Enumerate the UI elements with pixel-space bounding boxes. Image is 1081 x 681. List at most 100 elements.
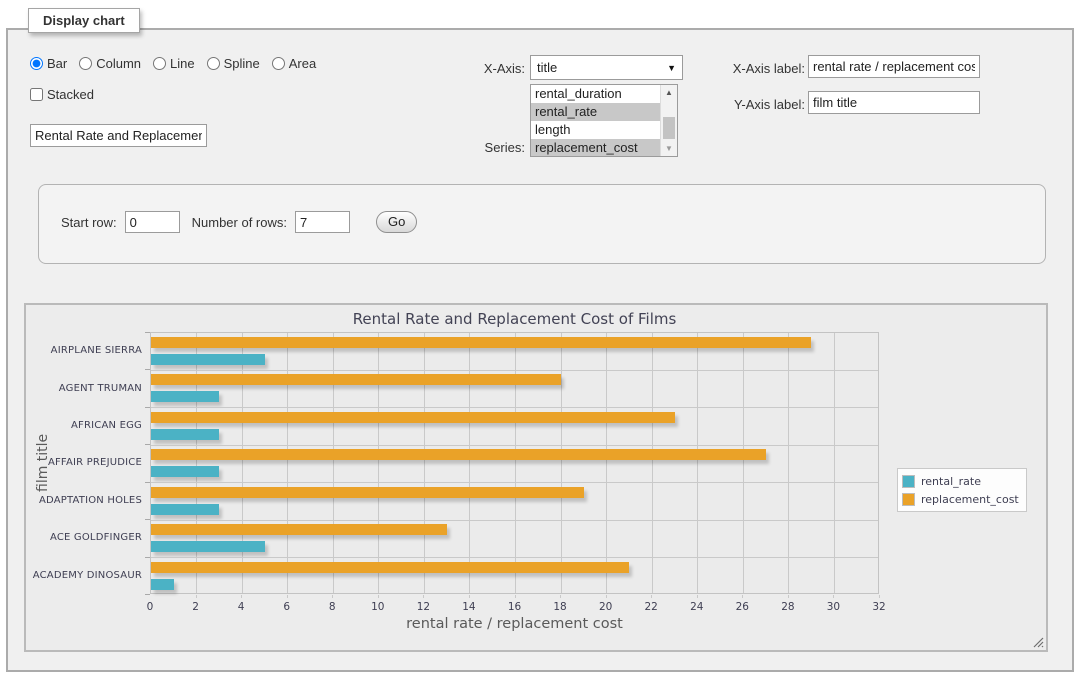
bar-rental_rate (151, 541, 265, 552)
scroll-down-icon[interactable]: ▼ (661, 141, 677, 156)
category-label: ACE GOLDFINGER (30, 519, 142, 556)
number-of-rows-input[interactable] (295, 211, 350, 233)
chart-type-option-column: Column (79, 56, 141, 71)
x-axis-tick-label: 28 (768, 601, 808, 613)
x-axis-tick-mark (697, 595, 698, 598)
legend-item: replacement_cost (902, 490, 1019, 508)
bar-replacement_cost (151, 524, 447, 535)
start-row-label: Start row: (61, 215, 117, 230)
series-select-label: Series: (430, 140, 525, 155)
bar-rental_rate (151, 354, 265, 365)
gridline-horizontal (151, 445, 878, 446)
scroll-up-icon[interactable]: ▲ (661, 85, 677, 100)
x-axis-tick-mark (879, 595, 880, 598)
x-axis-label-input[interactable] (808, 55, 980, 78)
x-axis-tick-label: 2 (176, 601, 216, 613)
chart-type-radio-line[interactable] (153, 57, 166, 70)
legend-swatch (902, 475, 915, 488)
chart-type-radio-group: BarColumnLineSplineArea (30, 56, 316, 71)
category-label: AGENT TRUMAN (30, 369, 142, 406)
chart-title: Rental Rate and Replacement Cost of Film… (150, 310, 879, 328)
x-axis-tick-label: 14 (449, 601, 489, 613)
listbox-scrollbar[interactable]: ▲ ▼ (660, 85, 677, 156)
x-axis-tick-mark (287, 595, 288, 598)
category-label: AFRICAN EGG (30, 407, 142, 444)
chart-type-radio-column[interactable] (79, 57, 92, 70)
legend-label: rental_rate (921, 475, 981, 488)
x-axis-tick-label: 0 (130, 601, 170, 613)
x-axis-tick-mark (560, 595, 561, 598)
chart-type-radio-spline[interactable] (207, 57, 220, 70)
series-option-rental_duration[interactable]: rental_duration (531, 85, 660, 103)
x-axis-select[interactable]: title ▼ (530, 55, 683, 80)
gridline-vertical (333, 333, 334, 593)
x-axis-tick-label: 20 (586, 601, 626, 613)
bar-replacement_cost (151, 337, 811, 348)
resize-handle-icon[interactable] (1033, 637, 1044, 648)
row-range-panel: Start row: Number of rows: Go (38, 184, 1046, 264)
stacked-label: Stacked (47, 87, 94, 102)
y-axis-tick-mark (145, 332, 150, 333)
x-axis-tick-label: 24 (677, 601, 717, 613)
chart-title-input[interactable] (30, 124, 207, 147)
x-axis-tick-label: 32 (859, 601, 899, 613)
gridline-vertical (196, 333, 197, 593)
x-axis-tick-label: 10 (358, 601, 398, 613)
series-option-length[interactable]: length (531, 121, 660, 139)
bar-replacement_cost (151, 487, 584, 498)
gridline-horizontal (151, 407, 878, 408)
series-option-replacement_cost[interactable]: replacement_cost (531, 139, 660, 157)
bar-rental_rate (151, 391, 219, 402)
scrollbar-thumb[interactable] (663, 117, 675, 139)
chevron-down-icon: ▼ (667, 63, 676, 73)
x-axis-tick-label: 26 (722, 601, 762, 613)
chart-type-option-line: Line (153, 56, 195, 71)
category-label: AIRPLANE SIERRA (30, 332, 142, 369)
y-axis-label-label: Y-Axis label: (712, 97, 805, 112)
gridline-vertical (424, 333, 425, 593)
chart-type-option-spline: Spline (207, 56, 260, 71)
x-axis-tick-mark (378, 595, 379, 598)
chart-type-label: Spline (224, 56, 260, 71)
x-axis-selected-value: title (537, 60, 557, 75)
x-axis-tick-mark (833, 595, 834, 598)
y-axis-tick-mark (145, 482, 150, 483)
x-axis-tick-mark (606, 595, 607, 598)
chart-type-radio-bar[interactable] (30, 57, 43, 70)
gridline-vertical (287, 333, 288, 593)
chart-type-label: Area (289, 56, 316, 71)
panel-title: Display chart (28, 8, 140, 33)
x-axis-tick-label: 4 (221, 601, 261, 613)
bar-replacement_cost (151, 374, 561, 385)
gridline-vertical (697, 333, 698, 593)
category-label: ACADEMY DINOSAUR (30, 557, 142, 594)
y-axis-tick-mark (145, 557, 150, 558)
y-axis-label-input[interactable] (808, 91, 980, 114)
x-axis-tick-label: 16 (495, 601, 535, 613)
x-axis-label-label: X-Axis label: (712, 61, 805, 76)
gridline-vertical (606, 333, 607, 593)
series-listbox[interactable]: rental_durationrental_ratelengthreplacem… (530, 84, 678, 157)
x-axis-title: rental rate / replacement cost (150, 616, 879, 632)
stacked-checkbox[interactable] (30, 88, 43, 101)
y-axis-tick-mark (145, 519, 150, 520)
gridline-horizontal (151, 482, 878, 483)
bar-replacement_cost (151, 449, 766, 460)
gridline-vertical (743, 333, 744, 593)
x-axis-tick-mark (332, 595, 333, 598)
x-axis-tick-mark (469, 595, 470, 598)
x-axis-tick-label: 30 (813, 601, 853, 613)
chart-container: Rental Rate and Replacement Cost of Film… (24, 303, 1048, 652)
x-axis-tick-label: 6 (267, 601, 307, 613)
category-label: AFFAIR PREJUDICE (30, 444, 142, 481)
legend-swatch (902, 493, 915, 506)
bar-replacement_cost (151, 562, 629, 573)
x-axis-tick-mark (742, 595, 743, 598)
bar-rental_rate (151, 429, 219, 440)
start-row-input[interactable] (125, 211, 180, 233)
chart-type-label: Line (170, 56, 195, 71)
chart-type-radio-area[interactable] (272, 57, 285, 70)
series-option-rental_rate[interactable]: rental_rate (531, 103, 660, 121)
x-axis-tick-mark (196, 595, 197, 598)
go-button[interactable]: Go (376, 211, 417, 233)
